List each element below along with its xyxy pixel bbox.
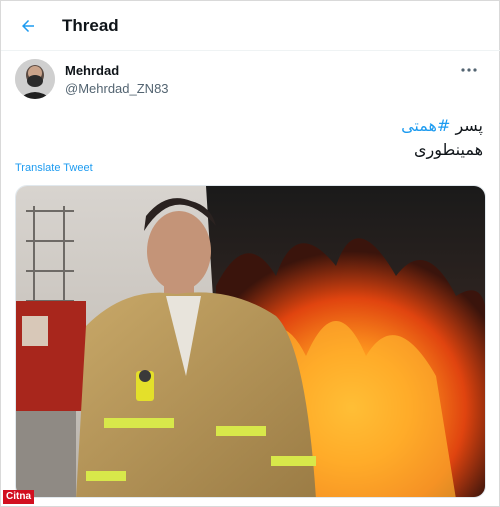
tweet-text-prefix: پسر	[450, 116, 483, 135]
hashtag-link[interactable]: #همتی	[401, 116, 450, 135]
firefighter-photo	[16, 186, 485, 497]
arrow-left-icon	[22, 20, 34, 32]
tweet-media-image[interactable]	[15, 185, 486, 498]
author-name[interactable]: Mehrdad	[65, 63, 119, 78]
thread-window: Thread Mehrdad @Mehrdad_ZN83 پسر #همتی ه…	[0, 0, 500, 507]
more-horizontal-icon	[461, 68, 477, 72]
back-button[interactable]	[11, 9, 45, 43]
tweet-text: پسر #همتی همینطوری	[183, 114, 483, 162]
more-options-button[interactable]	[457, 61, 481, 79]
tweet-text-line-2: همینطوری	[414, 140, 483, 159]
avatar-image	[15, 59, 55, 99]
author-handle[interactable]: @Mehrdad_ZN83	[65, 81, 169, 96]
page-title: Thread	[62, 16, 119, 35]
header-bar: Thread	[1, 1, 500, 51]
translate-tweet-link[interactable]: Translate Tweet	[15, 162, 93, 174]
avatar[interactable]	[15, 59, 55, 99]
tweet-author: Mehrdad @Mehrdad_ZN83	[15, 59, 487, 101]
tweet-text-line-1: پسر #همتی	[183, 114, 483, 138]
citna-logo: Citna	[3, 490, 34, 504]
